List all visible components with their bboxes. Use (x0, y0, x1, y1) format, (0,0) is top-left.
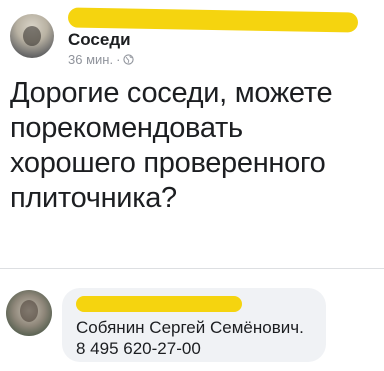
post-text: Дорогие соседи, можете порекомендовать х… (10, 77, 333, 214)
redaction-mark (67, 7, 359, 33)
redaction-mark (76, 296, 242, 312)
comment-text-line-2: 8 495 620-27-00 (76, 339, 201, 358)
comment: Собянин Сергей Семёнович. 8 495 620-27-0… (6, 288, 376, 368)
divider (0, 268, 384, 269)
meta-separator: · (116, 52, 121, 67)
group-avatar[interactable] (10, 14, 54, 58)
globe-icon (123, 54, 135, 65)
comment-text-line-1: Собянин Сергей Семёнович. (76, 318, 304, 337)
comment-bubble: Собянин Сергей Семёнович. 8 495 620-27-0… (62, 288, 326, 362)
group-name[interactable]: Соседи (68, 30, 131, 50)
post-header: Соседи 36 мин. · (10, 7, 374, 67)
post-time[interactable]: 36 мин. (68, 52, 113, 67)
commenter-avatar[interactable] (6, 290, 52, 336)
post-meta: 36 мин. · (68, 52, 135, 67)
